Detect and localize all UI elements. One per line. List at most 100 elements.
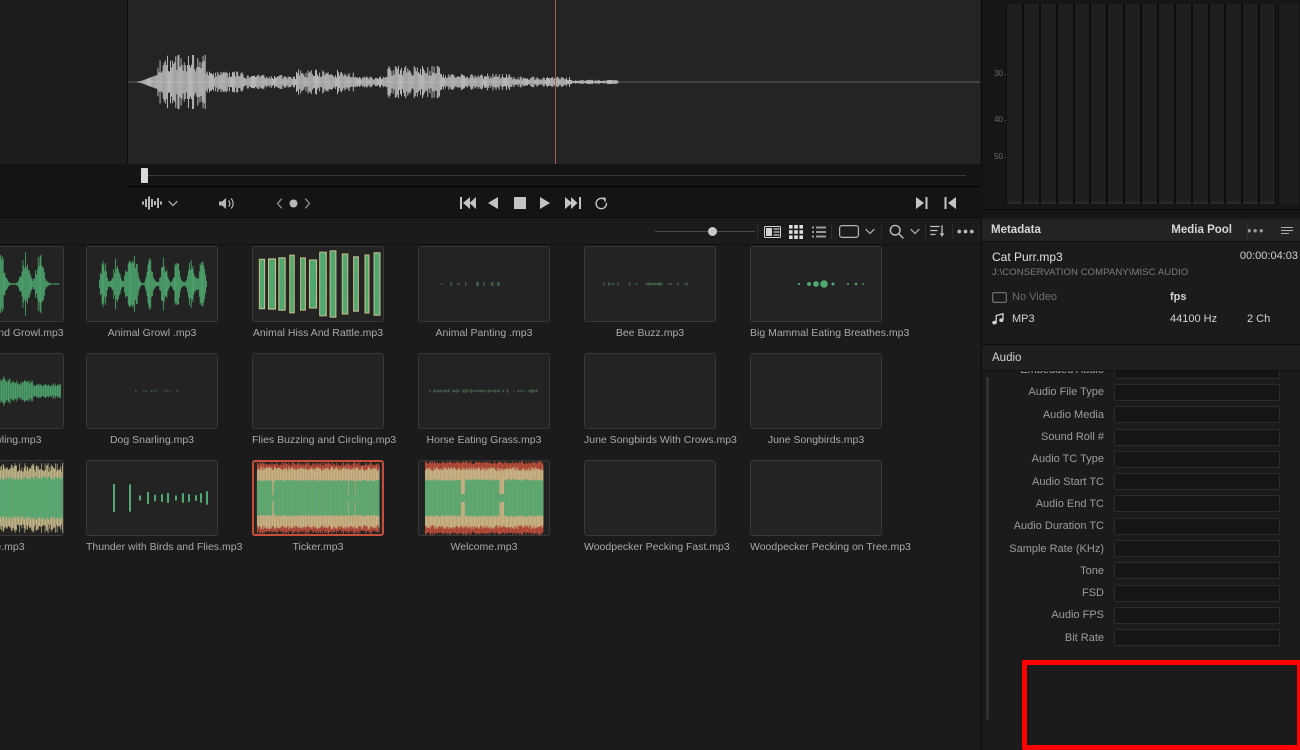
media-pool-item[interactable]: Animal Panting .mp3	[418, 246, 550, 339]
media-pool-item[interactable]: June Songbirds With Crows.mp3	[584, 353, 737, 446]
stop-icon[interactable]	[514, 187, 526, 219]
media-pool-item[interactable]: Dog Growling.mp3	[0, 353, 64, 446]
media-pool-item[interactable]: Thunder with Birds and Flies.mp3	[86, 460, 242, 553]
clip-thumbnail[interactable]	[252, 460, 384, 536]
clip-thumbnail[interactable]	[252, 353, 384, 429]
media-pool-item[interactable]: Dog Snarling.mp3	[86, 353, 218, 446]
clip-thumbnail[interactable]	[418, 353, 550, 429]
clip-thumbnail[interactable]	[86, 246, 218, 322]
clip-thumbnail[interactable]	[750, 460, 882, 536]
media-pool-item[interactable]: Flies Buzzing and Circling.mp3	[252, 353, 396, 446]
media-pool-item[interactable]: Bee Buzz.mp3	[584, 246, 716, 339]
metadata-panel: Metadata Media Pool ••• Cat Purr.mp3 00:…	[981, 219, 1300, 750]
mark-out-icon[interactable]	[916, 187, 928, 219]
hamburger-menu-icon[interactable]	[1281, 223, 1295, 237]
clip-thumbnail[interactable]	[0, 353, 64, 429]
metadata-field-input[interactable]	[1114, 517, 1280, 535]
mark-in-icon[interactable]	[944, 187, 956, 219]
clip-thumbnail[interactable]	[86, 353, 218, 429]
media-pool-grid[interactable]: Animal Bark And Growl.mp3 Animal Growl .m…	[0, 246, 980, 750]
metadata-fields-list[interactable]: Embedded Audio Audio File Type Audio Media…	[982, 371, 1300, 750]
metadata-field-input[interactable]	[1114, 450, 1280, 468]
chevron-down-icon[interactable]	[910, 218, 920, 245]
chevron-down-icon[interactable]	[168, 187, 178, 219]
clip-duration-timecode: 00:00:04:03	[1239, 250, 1298, 262]
marker-dot-icon[interactable]	[289, 187, 298, 219]
audio-waveform-icon[interactable]	[142, 187, 162, 219]
metadata-field-label: Sound Roll #	[1041, 431, 1104, 444]
viewer-scrubber[interactable]	[128, 164, 980, 186]
sort-order-icon[interactable]	[930, 218, 945, 245]
media-pool-item[interactable]: Animal Growl .mp3	[86, 246, 218, 339]
meter-channel	[1141, 4, 1158, 204]
media-pool-item[interactable]: Ticker.mp3	[252, 460, 384, 553]
tab-metadata[interactable]: Metadata	[991, 224, 1041, 236]
metadata-field-input[interactable]	[1114, 584, 1280, 602]
scrubber-handle[interactable]	[141, 168, 148, 183]
media-pool-item[interactable]: Woodpecker Pecking Fast.mp3	[584, 460, 730, 553]
thumbnail-size-slider-knob[interactable]	[708, 227, 717, 236]
metadata-field-input[interactable]	[1114, 606, 1280, 624]
more-options-icon[interactable]: •••	[1247, 223, 1265, 238]
metadata-field-row: Audio FPS	[982, 604, 1300, 626]
metadata-field-input[interactable]	[1114, 428, 1280, 446]
clip-thumbnail[interactable]	[0, 460, 64, 536]
meter-channel	[1090, 4, 1108, 204]
metadata-field-input[interactable]	[1114, 473, 1280, 491]
jump-to-start-icon[interactable]	[460, 187, 476, 219]
search-icon[interactable]	[889, 218, 904, 245]
clip-thumbnail[interactable]	[584, 460, 716, 536]
media-pool-item[interactable]: Big Mammal Eating Breathes.mp3	[750, 246, 909, 339]
grid-view-icon[interactable]	[789, 218, 803, 245]
play-forward-icon[interactable]	[540, 187, 550, 219]
metadata-field-input[interactable]	[1114, 629, 1280, 647]
playhead-indicator[interactable]	[555, 0, 556, 164]
metadata-section-audio-header[interactable]: Audio	[982, 345, 1300, 371]
clip-thumbnail[interactable]	[86, 460, 218, 536]
clip-thumbnail[interactable]	[584, 353, 716, 429]
metadata-field-input[interactable]	[1114, 406, 1280, 424]
thumbnail-size-slider[interactable]	[655, 231, 755, 232]
metadata-field-row: Bit Rate	[982, 627, 1300, 649]
next-marker-icon[interactable]	[304, 187, 311, 219]
meter-channel	[1006, 4, 1023, 204]
metadata-field-row: Audio Duration TC	[982, 515, 1300, 537]
media-pool-item[interactable]: Animal Bark And Growl.mp3	[0, 246, 64, 339]
media-pool-item[interactable]: Horse Eating Grass.mp3	[418, 353, 550, 446]
scrubber-track[interactable]	[144, 175, 966, 176]
jump-to-end-icon[interactable]	[565, 187, 581, 219]
metadata-field-input[interactable]	[1114, 371, 1280, 379]
clip-thumbnail[interactable]	[750, 353, 882, 429]
clip-thumbnail[interactable]	[0, 246, 64, 322]
metadata-field-input[interactable]	[1114, 495, 1280, 513]
more-options-icon[interactable]	[957, 218, 974, 245]
media-pool-item[interactable]: Animal Hiss And Rattle.mp3	[252, 246, 384, 339]
viewer-waveform-canvas[interactable]	[128, 0, 980, 164]
media-pool-item[interactable]: Peace.mp3	[0, 460, 64, 553]
media-pool-item[interactable]: Welcome.mp3	[418, 460, 550, 553]
clip-thumbnail[interactable]	[418, 246, 550, 322]
clip-thumbnail[interactable]	[750, 246, 882, 322]
tab-media-pool[interactable]: Media Pool	[1171, 224, 1232, 236]
metadata-field-input[interactable]	[1114, 540, 1280, 558]
clip-thumbnail[interactable]	[418, 460, 550, 536]
filmstrip-view-icon[interactable]	[764, 218, 781, 245]
list-view-icon[interactable]	[812, 218, 826, 245]
frame-display-icon[interactable]	[839, 218, 859, 245]
metadata-field-input[interactable]	[1114, 562, 1280, 580]
clip-fps-label: fps	[1170, 291, 1187, 303]
prev-marker-icon[interactable]	[276, 187, 283, 219]
toolbar-divider	[925, 224, 926, 239]
clip-filename-label: June Songbirds With Crows.mp3	[584, 434, 737, 446]
meter-channel	[1124, 4, 1141, 204]
clip-thumbnail[interactable]	[584, 246, 716, 322]
media-pool-item[interactable]: June Songbirds.mp3	[750, 353, 882, 446]
play-reverse-icon[interactable]	[488, 187, 498, 219]
media-pool-item[interactable]: Woodpecker Pecking on Tree.mp3	[750, 460, 911, 553]
clip-waveform-display	[128, 54, 980, 110]
clip-thumbnail[interactable]	[252, 246, 384, 322]
metadata-field-input[interactable]	[1114, 383, 1280, 401]
volume-icon[interactable]	[218, 187, 236, 219]
loop-icon[interactable]	[594, 187, 609, 219]
chevron-down-icon[interactable]	[865, 218, 875, 245]
